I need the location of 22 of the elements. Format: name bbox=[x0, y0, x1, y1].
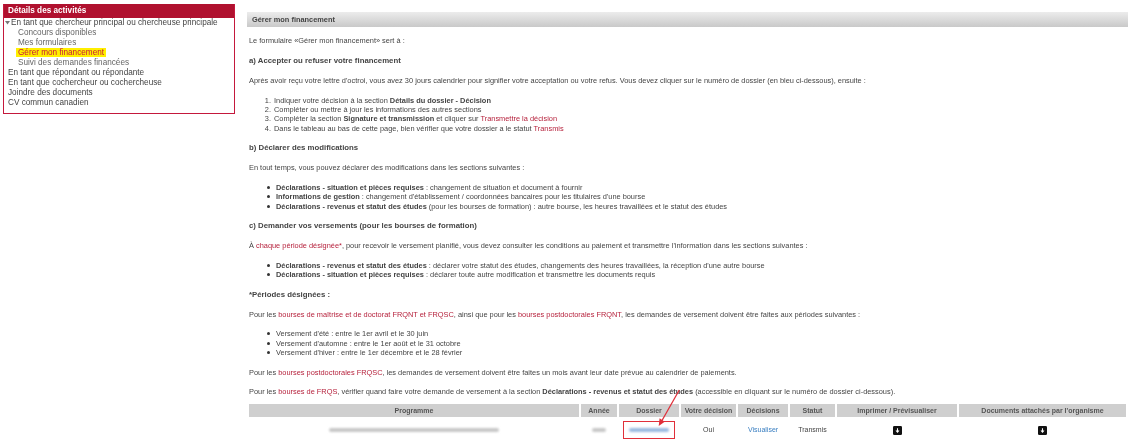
download-icon[interactable] bbox=[892, 425, 902, 435]
download-icon[interactable] bbox=[1038, 425, 1047, 435]
sidebar-item[interactable]: Joindre des documents bbox=[4, 88, 234, 98]
bullet-icon bbox=[267, 351, 270, 355]
sidebar-title: Détails des activités bbox=[4, 4, 234, 18]
bullet-icon bbox=[267, 195, 270, 199]
sidebar-item[interactable]: CV commun canadien bbox=[4, 98, 234, 108]
sidebar-item[interactable]: En tant que répondant ou répondante bbox=[4, 68, 234, 78]
sidebar-item[interactable]: En tant que chercheur principal ou chercheuse principale bbox=[11, 18, 218, 27]
bullet-icon bbox=[267, 185, 270, 189]
sidebar-item[interactable]: Mes formulaires bbox=[16, 38, 79, 47]
sidebar-item[interactable]: Suivi des demandes financées bbox=[16, 58, 132, 67]
bullet-icon bbox=[267, 332, 270, 336]
bullet-icon bbox=[267, 263, 270, 267]
bullet-icon bbox=[267, 341, 270, 345]
redacted-text bbox=[592, 428, 606, 433]
bullet-icon bbox=[267, 204, 270, 208]
sidebar-item[interactable]: Gérer mon financement bbox=[16, 48, 106, 57]
bullet-icon bbox=[267, 273, 270, 277]
sidebar-item[interactable]: En tant que cochercheur ou cochercheuse bbox=[4, 78, 234, 88]
sidebar-item[interactable]: Concours disponibles bbox=[16, 28, 99, 37]
caret-icon[interactable] bbox=[5, 20, 10, 26]
